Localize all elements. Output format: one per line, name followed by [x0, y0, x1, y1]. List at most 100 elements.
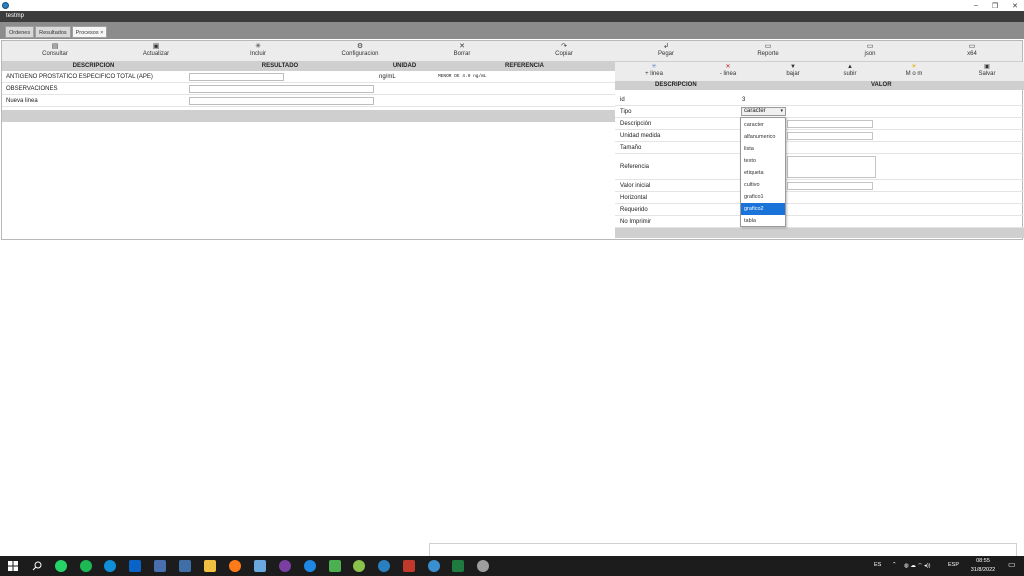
app-icon[interactable] — [154, 560, 166, 572]
edge-icon[interactable] — [104, 560, 116, 572]
property-row-valor-inicial: Valor inicial — [615, 180, 1024, 192]
valor-inicial-input[interactable] — [787, 182, 873, 190]
resultado-input[interactable] — [189, 85, 374, 93]
descripcion-cell: Nueva linea — [6, 98, 38, 104]
option-grafico2[interactable]: grafico2 — [741, 203, 785, 215]
toolbar-label: Actualizar — [142, 51, 170, 57]
input-language[interactable]: ES — [874, 562, 881, 568]
property-row-tipo: Tipo — [615, 106, 1024, 118]
configuracion-button[interactable]: ⚙ Configuracion — [330, 43, 390, 57]
table-row[interactable]: ANTIGENO PROSTATICO ESPECIFICO TOTAL (AP… — [2, 71, 615, 83]
app-title: testmp — [6, 13, 25, 19]
app-logo-icon — [2, 2, 9, 9]
x64-print-icon: ▭ — [968, 43, 976, 50]
option-lista[interactable]: lista — [741, 143, 785, 155]
option-alfanumerico[interactable]: alfanumerico — [741, 131, 785, 143]
property-row-horizontal: Horizontal — [615, 192, 1024, 204]
copiar-button[interactable]: ↷ Copiar — [534, 43, 594, 57]
green-app-icon[interactable] — [353, 560, 365, 572]
save-icon: ▣ — [984, 64, 990, 70]
toolbar-label: subir — [843, 71, 857, 77]
copy-icon: ↷ — [561, 43, 567, 50]
property-label: Unidad medida — [620, 133, 661, 139]
option-tabla[interactable]: tabla — [741, 215, 785, 227]
grid-footer — [2, 110, 615, 122]
table-row[interactable]: OBSERVACIONES — [2, 83, 615, 95]
file-explorer-icon[interactable] — [204, 560, 216, 572]
column-header-referencia: REFERENCIA — [434, 62, 615, 71]
testmp-app-icon[interactable] — [428, 560, 440, 572]
archive-app-icon[interactable] — [403, 560, 415, 572]
toolbar-label: Incluir — [249, 51, 266, 57]
toolbar-label: json — [864, 51, 876, 57]
tray-icons[interactable]: ◍ ☁ ⌔ ◂)) — [904, 562, 930, 569]
close-button[interactable]: ✕ — [1012, 2, 1018, 10]
clock-time[interactable]: 08:55 — [968, 558, 998, 564]
referencia-cell: MENOR DE 4.0 ng/mL — [438, 74, 487, 79]
tab-strip: Ordenes Resultados Procesos × — [0, 22, 1024, 39]
move-up-icon: ▲ — [847, 64, 853, 70]
resultado-input[interactable] — [189, 73, 284, 81]
spotify-icon[interactable] — [80, 560, 92, 572]
toolbar-label: + linea — [645, 71, 663, 77]
network-app-icon[interactable] — [179, 560, 191, 572]
mom-button[interactable]: ☀ M o m — [889, 64, 939, 77]
actualizar-button[interactable]: ▣ Actualizar — [126, 43, 186, 57]
resultado-input[interactable] — [189, 97, 374, 105]
property-label: Tipo — [620, 109, 632, 115]
tab-ordenes[interactable]: Ordenes — [5, 26, 35, 38]
reporte-button[interactable]: ▭ Reporte — [738, 43, 798, 57]
pegar-button[interactable]: ↲ Pegar — [636, 43, 696, 57]
tab-procesos[interactable]: Procesos × — [71, 26, 108, 38]
outlook-icon[interactable] — [129, 560, 141, 572]
minimize-button[interactable]: – — [974, 2, 978, 9]
tab-resultados[interactable]: Resultados — [35, 26, 71, 38]
consultar-button[interactable]: ▤ Consultar — [25, 43, 85, 57]
column-header-descripcion: DESCRIPCION — [2, 62, 185, 71]
toolbar-label: - linea — [719, 71, 737, 77]
properties-header: DESCRIPCION VALOR — [615, 81, 1024, 90]
windows-start-icon[interactable] — [7, 560, 19, 572]
option-grafico1[interactable]: grafico1 — [741, 191, 785, 203]
descripcion-input[interactable] — [787, 120, 873, 128]
incluir-button[interactable]: ✳ Incluir — [228, 43, 288, 57]
move-up-button[interactable]: ▲ subir — [825, 64, 875, 77]
option-cultivo[interactable]: cultivo — [741, 179, 785, 191]
chat-app-icon[interactable] — [304, 560, 316, 572]
option-etiqueta[interactable]: etiqueta — [741, 167, 785, 179]
maximize-button[interactable]: ❐ — [992, 2, 998, 10]
x64-button[interactable]: ▭ x64 — [942, 43, 1002, 57]
toolbar-label: Borrar — [453, 51, 471, 57]
json-button[interactable]: ▭ json — [840, 43, 900, 57]
refresh-icon: ▣ — [152, 43, 160, 50]
toolbar-label: M o m — [905, 71, 923, 77]
table-row[interactable]: Nueva linea — [2, 95, 615, 107]
add-line-button[interactable]: ✳ + linea — [629, 64, 679, 77]
move-down-button[interactable]: ▼ bajar — [768, 64, 818, 77]
borrar-button[interactable]: ✕ Borrar — [432, 43, 492, 57]
excel-icon[interactable] — [452, 560, 464, 572]
salvar-button[interactable]: ▣ Salvar — [962, 64, 1012, 77]
whatsapp-icon[interactable] — [55, 560, 67, 572]
option-texto[interactable]: texto — [741, 155, 785, 167]
option-caracter[interactable]: caracter — [741, 119, 785, 131]
notes-app-icon[interactable] — [329, 560, 341, 572]
box-app-icon[interactable] — [254, 560, 266, 572]
query-icon: ▤ — [51, 43, 59, 50]
clock-date[interactable]: 31/8/2022 — [964, 567, 1002, 573]
tipo-dropdown-list: caracter alfanumerico lista texto etique… — [740, 117, 786, 227]
tool-app-icon[interactable] — [477, 560, 489, 572]
toolbar-label: Salvar — [978, 71, 996, 77]
property-row-requerido: Requerido — [615, 204, 1024, 216]
remove-line-button[interactable]: ✕ - linea — [703, 64, 753, 77]
keyboard-layout[interactable]: ESP — [948, 562, 959, 568]
browser-app-icon[interactable] — [378, 560, 390, 572]
tipo-select[interactable]: caracter ▾ — [741, 107, 786, 116]
notifications-icon[interactable]: ▭ — [1008, 560, 1016, 569]
purple-app-icon[interactable] — [279, 560, 291, 572]
referencia-textarea[interactable] — [787, 156, 876, 178]
unidad-input[interactable] — [787, 132, 873, 140]
firefox-icon[interactable] — [229, 560, 241, 572]
search-icon[interactable] — [31, 560, 43, 572]
chevron-up-icon[interactable]: ⌃ — [892, 562, 897, 568]
